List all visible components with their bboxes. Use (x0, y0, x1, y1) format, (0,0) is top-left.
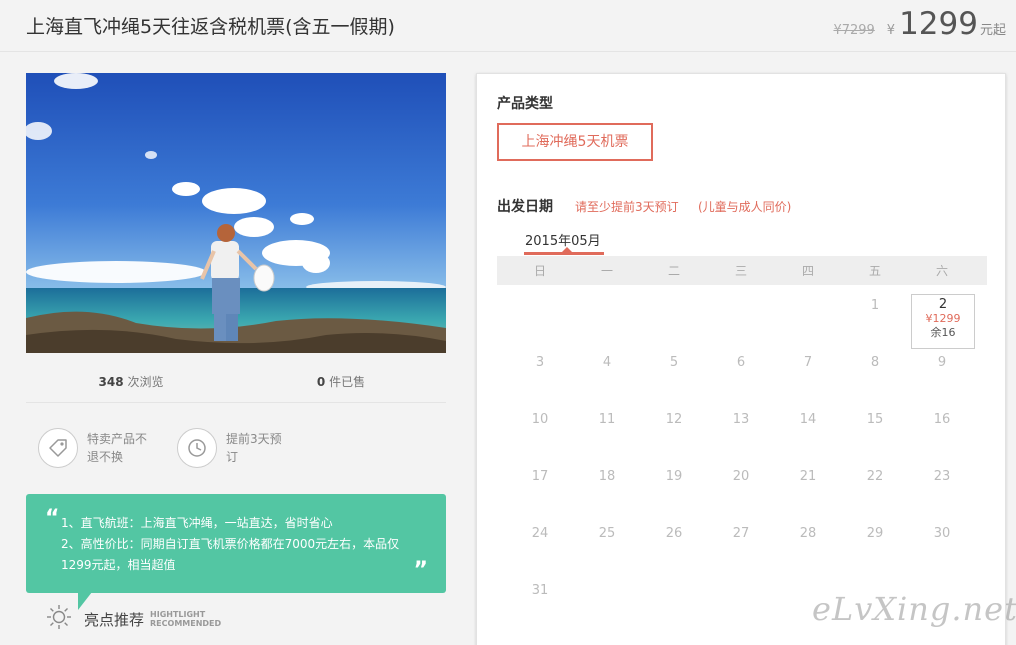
calendar-day: 19 (665, 469, 683, 484)
selected-day-price: ¥1299 (925, 312, 961, 325)
weekday-sat: 六 (935, 264, 948, 278)
page-header: 上海直飞冲绳5天往返含税机票(含五一假期) ¥7299 ¥ 1299 元起 (0, 0, 1016, 52)
tag-icon (38, 428, 78, 468)
selected-day-remaining: 余16 (930, 326, 956, 339)
sun-icon (46, 604, 72, 634)
month-caret-icon (562, 247, 572, 252)
price-block: ¥7299 ¥ 1299 元起 (833, 6, 1006, 42)
feature-no-refund: 特卖产品不退不换 (38, 428, 153, 468)
calendar-day: 26 (665, 526, 683, 541)
calendar-day: 17 (531, 469, 549, 484)
weekday-fri: 五 (868, 264, 881, 278)
calendar-day: 15 (866, 412, 884, 427)
calendar-day: 16 (933, 412, 951, 427)
recommend-en-line1: HIGHTLIGHT (150, 610, 206, 619)
recommend-label: 亮点推荐 (84, 610, 145, 629)
booking-panel: 产品类型 上海冲绳5天机票 出发日期 请至少提前3天预订 (儿童与成人同价) 2… (476, 73, 1006, 645)
calendar-day: 4 (602, 355, 612, 370)
site-watermark: eLvXing.net (812, 590, 1016, 628)
close-quote: ” (413, 558, 428, 583)
calendar-day: 5 (669, 355, 679, 370)
feature-advance-booking: 提前3天预订 (177, 428, 292, 468)
highlight-box: “ 1、直飞航班：上海直飞冲绳，一站直达，省时省心 2、高性价比：同期自订直飞机… (26, 494, 446, 593)
clock-icon (177, 428, 217, 468)
calendar-day: 7 (803, 355, 813, 370)
views-stat: 348 次浏览 (26, 373, 236, 402)
calendar-day: 20 (732, 469, 750, 484)
original-price: ¥7299 (833, 23, 875, 38)
weekday-tue: 二 (667, 264, 680, 278)
calendar-day: 14 (799, 412, 817, 427)
open-quote: “ (45, 506, 60, 531)
product-type-title: 产品类型 (497, 96, 553, 112)
child-price-note: (儿童与成人同价) (698, 200, 792, 214)
advance-note: 请至少提前3天预订 (575, 200, 679, 214)
recommend-en: HIGHTLIGHT RECOMMENDED (150, 610, 221, 628)
weekday-mon: 一 (600, 264, 613, 278)
calendar-day: 29 (866, 526, 884, 541)
calendar-day: 25 (598, 526, 616, 541)
calendar-day: 13 (732, 412, 750, 427)
calendar-day: 3 (535, 355, 545, 370)
calendar-day: 21 (799, 469, 817, 484)
sold-count: 0 (316, 375, 326, 389)
selected-day-number: 2 (938, 297, 948, 312)
price-unit: 元起 (979, 23, 1006, 38)
calendar-day: 9 (937, 355, 947, 370)
calendar-day: 22 (866, 469, 884, 484)
departure-date-title: 出发日期 (497, 199, 553, 215)
sold-label: 件已售 (329, 375, 366, 389)
highlight-line-2: 2、高性价比：同期自订直飞机票价格都在7000元左右，本品仅1299元起，相当超… (61, 537, 400, 572)
weekday-thu: 四 (801, 264, 814, 278)
product-type-option[interactable]: 上海冲绳5天机票 (497, 123, 653, 161)
month-underline (524, 252, 604, 255)
calendar-day: 12 (665, 412, 683, 427)
calendar-day-selected[interactable]: 2 ¥1299 余16 (911, 294, 975, 349)
calendar-day: 11 (598, 412, 616, 427)
calendar-day: 30 (933, 526, 951, 541)
calendar-day: 6 (736, 355, 746, 370)
calendar-day: 8 (870, 355, 880, 370)
sold-stat: 0 件已售 (236, 373, 446, 402)
recommend-en-line2: RECOMMENDED (150, 619, 222, 628)
calendar-day: 23 (933, 469, 951, 484)
calendar-weekday-header: 日 一 二 三 四 五 六 (497, 256, 987, 285)
page-title: 上海直飞冲绳5天往返含税机票(含五一假期) (26, 16, 395, 38)
calendar-day: 24 (531, 526, 549, 541)
calendar-day: 18 (598, 469, 616, 484)
highlight-line-1: 1、直飞航班：上海直飞冲绳，一站直达，省时省心 (61, 516, 333, 530)
calendar-day: 1 (870, 298, 880, 313)
calendar-day: 28 (799, 526, 817, 541)
product-stats: 348 次浏览 0 件已售 (26, 373, 446, 403)
highlight-recommend-tab[interactable]: 亮点推荐 HIGHTLIGHT RECOMMENDED (46, 604, 221, 634)
feature-text: 提前3天预订 (226, 432, 282, 464)
calendar-day: 27 (732, 526, 750, 541)
views-label: 次浏览 (127, 375, 164, 389)
calendar-day: 10 (531, 412, 549, 427)
weekday-wed: 三 (734, 264, 747, 278)
feature-text: 特卖产品不退不换 (87, 432, 148, 464)
product-photo (26, 73, 446, 353)
currency-symbol: ¥ (886, 23, 896, 38)
weekday-sun: 日 (533, 264, 546, 278)
views-count: 348 (98, 375, 124, 389)
current-price: 1299 (899, 6, 978, 42)
calendar-day: 31 (531, 583, 549, 598)
